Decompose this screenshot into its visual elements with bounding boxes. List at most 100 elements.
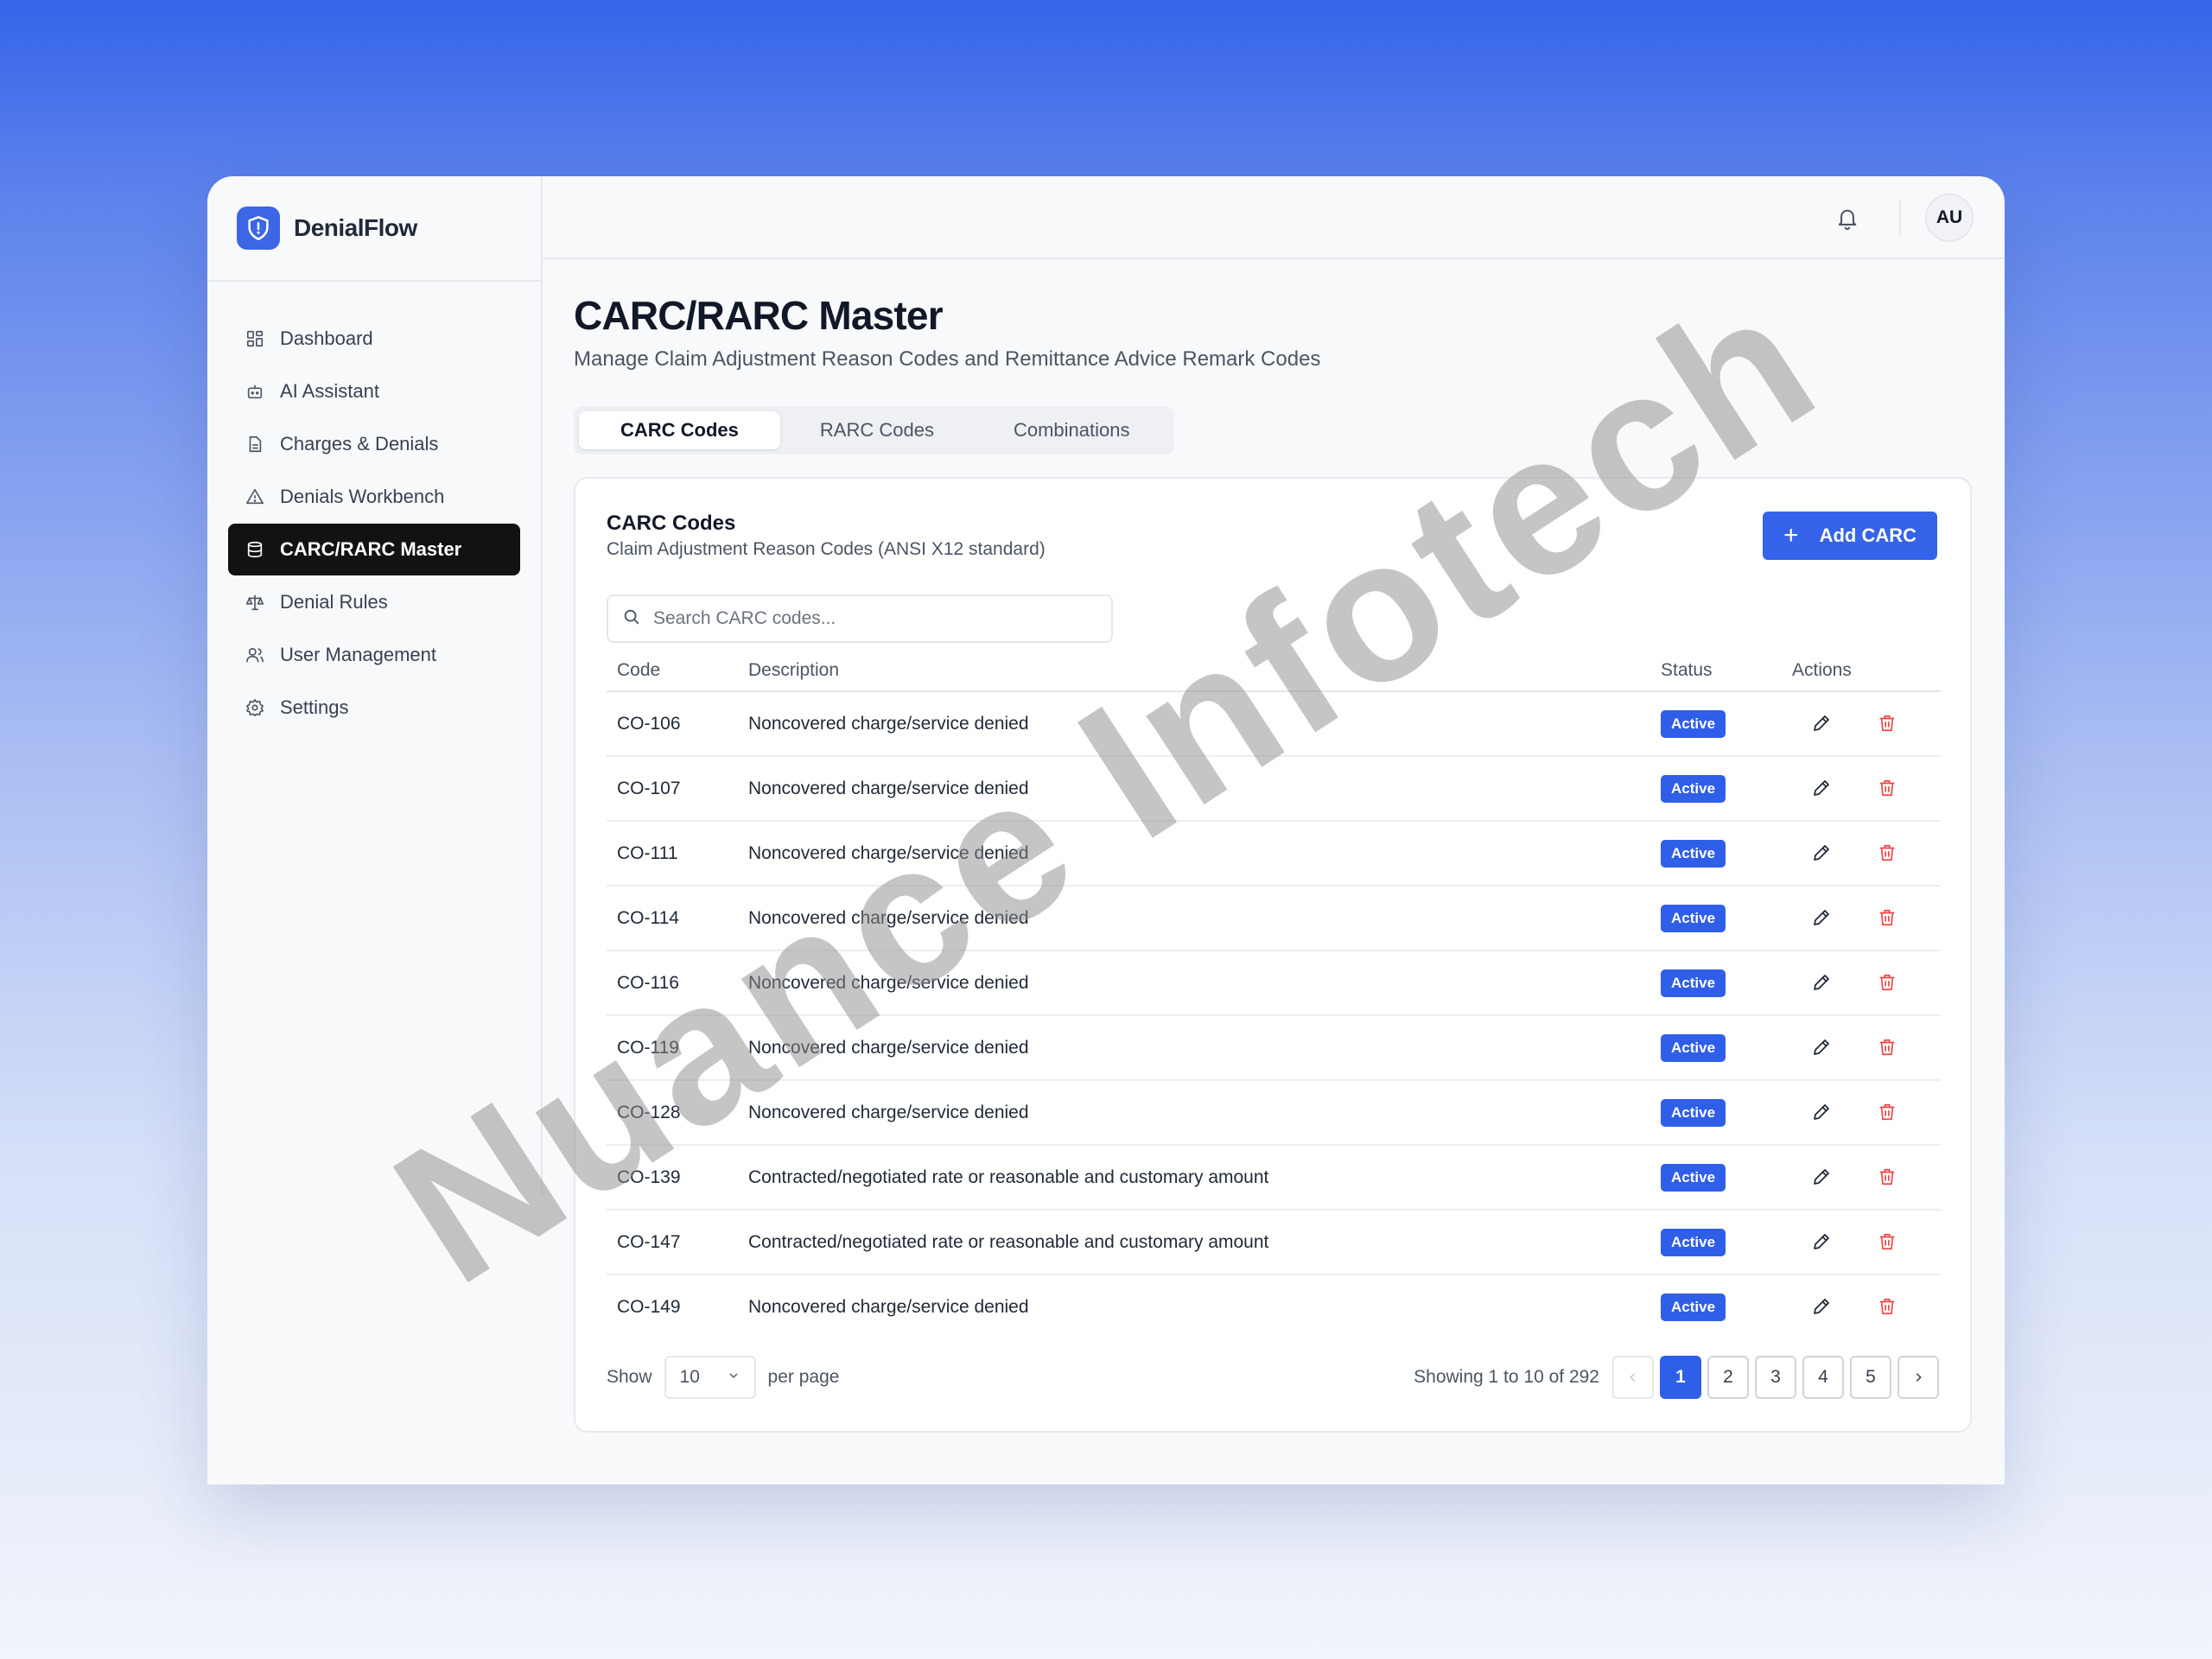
prev-page-button[interactable] bbox=[1612, 1356, 1654, 1399]
avatar[interactable]: AU bbox=[1925, 194, 1974, 242]
status-cell: Active bbox=[1650, 756, 1782, 822]
description-cell: Noncovered charge/service denied bbox=[738, 1080, 1650, 1146]
table-row: CO-106 Noncovered charge/service denied Ac… bbox=[607, 691, 1941, 757]
edit-icon[interactable] bbox=[1808, 1033, 1835, 1061]
description-cell: Noncovered charge/service denied bbox=[738, 756, 1650, 822]
description-cell: Noncovered charge/service denied bbox=[738, 950, 1650, 1016]
card-title: CARC Codes bbox=[607, 512, 736, 535]
delete-icon[interactable] bbox=[1873, 904, 1901, 931]
edit-icon[interactable] bbox=[1808, 969, 1835, 996]
sidebar-item-ai-assistant[interactable]: AI Assistant bbox=[228, 365, 520, 417]
sidebar: DenialFlow Dashboard AI Assistant Charges … bbox=[207, 176, 543, 1196]
sidebar-item-charges-denials[interactable]: Charges & Denials bbox=[228, 418, 520, 470]
status-badge: Active bbox=[1661, 1228, 1726, 1256]
add-carc-button[interactable]: + Add CARC bbox=[1763, 512, 1937, 560]
page-subtitle: Manage Claim Adjustment Reason Codes and… bbox=[574, 347, 1321, 371]
page-button-1[interactable]: 1 bbox=[1660, 1356, 1701, 1399]
tab-combinations[interactable]: Combinations bbox=[974, 411, 1170, 449]
bot-icon bbox=[244, 380, 266, 403]
edit-icon[interactable] bbox=[1808, 1293, 1835, 1320]
code-cell: CO-116 bbox=[607, 950, 738, 1016]
chevron-left-icon bbox=[1630, 1373, 1636, 1382]
description-cell: Noncovered charge/service denied bbox=[738, 691, 1650, 757]
status-cell: Active bbox=[1650, 886, 1782, 951]
per-page-value: 10 bbox=[679, 1367, 700, 1387]
status-badge: Active bbox=[1661, 969, 1726, 997]
sidebar-item-label: AI Assistant bbox=[280, 380, 379, 402]
edit-icon[interactable] bbox=[1808, 1228, 1835, 1255]
code-cell: CO-119 bbox=[607, 1015, 738, 1081]
tab-rarc-codes[interactable]: RARC Codes bbox=[780, 411, 974, 449]
app-name: DenialFlow bbox=[294, 214, 417, 241]
table-row: CO-147 Contracted/negotiated rate or reas… bbox=[607, 1210, 1941, 1275]
actions-cell bbox=[1782, 886, 1941, 951]
delete-icon[interactable] bbox=[1873, 1098, 1901, 1126]
carc-table: Code Description Status Actions CO-106 No… bbox=[607, 650, 1941, 1339]
plus-icon: + bbox=[1783, 521, 1799, 550]
actions-cell bbox=[1782, 691, 1941, 757]
code-cell: CO-114 bbox=[607, 886, 738, 951]
table-row: CO-107 Noncovered charge/service denied Ac… bbox=[607, 756, 1941, 822]
tab-carc-codes[interactable]: CARC Codes bbox=[579, 411, 780, 449]
page-button-5[interactable]: 5 bbox=[1850, 1356, 1891, 1399]
sidebar-item-dashboard[interactable]: Dashboard bbox=[228, 313, 520, 365]
edit-icon[interactable] bbox=[1808, 904, 1835, 931]
sidebar-item-denial-rules[interactable]: Denial Rules bbox=[228, 576, 520, 628]
search-input[interactable] bbox=[653, 608, 1068, 629]
sidebar-item-label: CARC/RARC Master bbox=[280, 538, 462, 560]
status-badge: Active bbox=[1661, 774, 1726, 803]
sidebar-item-label: User Management bbox=[280, 644, 436, 665]
status-cell: Active bbox=[1650, 1080, 1782, 1146]
per-page-select[interactable]: 10 bbox=[664, 1356, 756, 1399]
sidebar-item-user-management[interactable]: User Management bbox=[228, 629, 520, 681]
page-button-4[interactable]: 4 bbox=[1802, 1356, 1844, 1399]
status-cell: Active bbox=[1650, 691, 1782, 757]
document-icon bbox=[244, 433, 266, 455]
chevron-right-icon bbox=[1916, 1373, 1922, 1382]
next-page-button[interactable] bbox=[1897, 1356, 1939, 1399]
delete-icon[interactable] bbox=[1873, 1228, 1901, 1255]
table-header-row: Code Description Status Actions bbox=[607, 650, 1941, 692]
edit-icon[interactable] bbox=[1808, 709, 1835, 737]
delete-icon[interactable] bbox=[1873, 774, 1901, 802]
app-window: DenialFlow Dashboard AI Assistant Charges … bbox=[207, 176, 2005, 1484]
edit-icon[interactable] bbox=[1808, 774, 1835, 802]
bell-icon[interactable] bbox=[1835, 206, 1859, 232]
delete-icon[interactable] bbox=[1873, 709, 1901, 737]
sidebar-item-label: Settings bbox=[280, 696, 349, 718]
column-header-status: Status bbox=[1650, 650, 1782, 692]
sidebar-item-label: Denials Workbench bbox=[280, 486, 445, 507]
delete-icon[interactable] bbox=[1873, 1033, 1901, 1061]
table-row: CO-128 Noncovered charge/service denied Ac… bbox=[607, 1080, 1941, 1146]
code-cell: CO-107 bbox=[607, 756, 738, 822]
status-cell: Active bbox=[1650, 950, 1782, 1016]
actions-cell bbox=[1782, 1210, 1941, 1275]
actions-cell bbox=[1782, 1015, 1941, 1081]
actions-cell bbox=[1782, 950, 1941, 1016]
sidebar-nav: Dashboard AI Assistant Charges & Denials De… bbox=[207, 282, 541, 734]
code-cell: CO-111 bbox=[607, 821, 738, 887]
card-subtitle: Claim Adjustment Reason Codes (ANSI X12 … bbox=[607, 539, 1046, 559]
delete-icon[interactable] bbox=[1873, 1293, 1901, 1320]
edit-icon[interactable] bbox=[1808, 839, 1835, 867]
sidebar-item-carc-rarc-master[interactable]: CARC/RARC Master bbox=[228, 524, 520, 575]
sidebar-item-denials-workbench[interactable]: Denials Workbench bbox=[228, 471, 520, 523]
delete-icon[interactable] bbox=[1873, 839, 1901, 867]
page-button-2[interactable]: 2 bbox=[1707, 1356, 1749, 1399]
delete-icon[interactable] bbox=[1873, 969, 1901, 996]
warning-icon bbox=[244, 486, 266, 508]
actions-cell bbox=[1782, 1274, 1941, 1339]
edit-icon[interactable] bbox=[1808, 1163, 1835, 1191]
status-cell: Active bbox=[1650, 821, 1782, 887]
delete-icon[interactable] bbox=[1873, 1163, 1901, 1191]
sidebar-item-settings[interactable]: Settings bbox=[228, 682, 520, 734]
description-cell: Noncovered charge/service denied bbox=[738, 1015, 1650, 1081]
edit-icon[interactable] bbox=[1808, 1098, 1835, 1126]
database-icon bbox=[244, 538, 266, 561]
status-cell: Active bbox=[1650, 1274, 1782, 1339]
table-row: CO-111 Noncovered charge/service denied Ac… bbox=[607, 821, 1941, 887]
column-header-code: Code bbox=[607, 650, 738, 692]
page-button-3[interactable]: 3 bbox=[1755, 1356, 1796, 1399]
per-page-label: per page bbox=[767, 1367, 840, 1387]
sidebar-item-label: Dashboard bbox=[280, 327, 373, 349]
